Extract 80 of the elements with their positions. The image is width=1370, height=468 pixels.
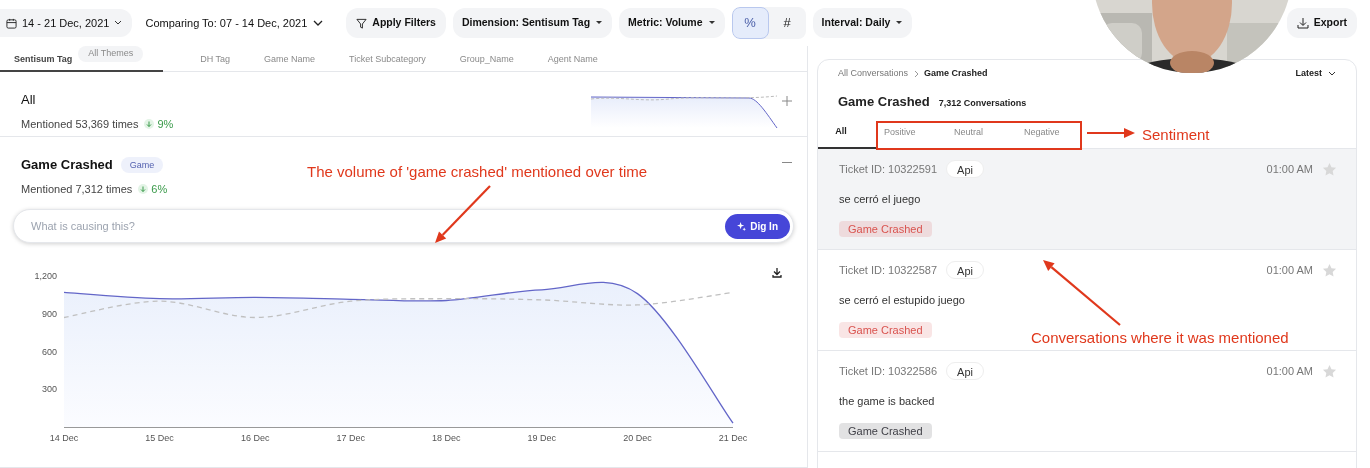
dimension-tab[interactable]: DH Tag bbox=[183, 46, 248, 72]
sentiment-tab[interactable]: Positive bbox=[876, 116, 946, 149]
ticket-id: Ticket ID: 10322591 bbox=[839, 161, 938, 177]
sentiment-tab[interactable]: Neutral bbox=[946, 116, 1016, 149]
caret-icon bbox=[595, 20, 604, 26]
chevron-icon bbox=[114, 20, 123, 26]
conversation-count: 7,312 Conversations bbox=[938, 97, 1027, 110]
calendar-icon bbox=[6, 17, 17, 29]
chevron-icon bbox=[313, 19, 324, 27]
axis-label: 18 Dec bbox=[432, 433, 461, 443]
expand-button[interactable] bbox=[780, 94, 794, 108]
mention-count: Mentioned 7,312 times bbox=[21, 181, 133, 197]
source-tag: Api bbox=[946, 160, 984, 178]
sentiment-tab[interactable]: Negative bbox=[1016, 116, 1086, 149]
theme-badge: Game bbox=[120, 156, 164, 173]
sort-dropdown[interactable]: Latest bbox=[1295, 67, 1336, 81]
theme-tag: Game Crashed bbox=[839, 220, 932, 237]
breadcrumb-current: Game Crashed bbox=[924, 67, 988, 81]
compare-range-button[interactable]: Comparing To: 07 - 14 Dec, 2021 bbox=[139, 9, 330, 37]
dig-in-button[interactable]: Dig In bbox=[725, 213, 790, 239]
axis-label: 300 bbox=[41, 384, 57, 395]
axis-label: 14 Dec bbox=[49, 433, 79, 443]
axis-label: 20 Dec bbox=[623, 433, 652, 443]
timestamp: 01:00 AM bbox=[1266, 161, 1313, 177]
down-arrow-icon bbox=[138, 183, 149, 194]
message-text: se cerró el estupido juego bbox=[839, 293, 966, 308]
dimension-tab[interactable]: Game Name bbox=[247, 46, 333, 72]
ask-field[interactable]: What is causing this? Dig In bbox=[13, 209, 794, 243]
timestamp: 01:00 AM bbox=[1266, 363, 1313, 379]
annotation-text: Conversations where it was mentioned bbox=[1031, 328, 1289, 348]
axis-label: 17 Dec bbox=[336, 433, 365, 443]
axis-label: 21 Dec bbox=[718, 433, 748, 443]
download-icon bbox=[1296, 17, 1309, 29]
axis-label: 1,200 bbox=[34, 271, 57, 281]
conversation-row[interactable]: Ticket ID: 10322591 Api 01:00 AM se cerró el juego Game Crashed bbox=[818, 149, 1356, 250]
theme-name: Game Crashed bbox=[21, 156, 113, 174]
source-tag: Api bbox=[946, 362, 984, 380]
dimension-dropdown[interactable]: Dimension: Sentisum Tag bbox=[452, 8, 613, 38]
star-icon[interactable] bbox=[1322, 363, 1337, 379]
source-tag: Api bbox=[946, 261, 984, 279]
filter-icon bbox=[356, 17, 368, 29]
axis-label: 19 Dec bbox=[527, 433, 557, 443]
change-percent: 6% bbox=[151, 181, 168, 197]
axis-label: 16 Dec bbox=[240, 433, 270, 443]
breadcrumb-link[interactable]: All Conversations bbox=[838, 67, 909, 81]
caret-icon bbox=[895, 20, 904, 26]
mode-toggle-button[interactable]: % bbox=[731, 7, 769, 39]
dimension-tab[interactable]: Sentisum Tag bbox=[0, 46, 79, 72]
caret-icon bbox=[707, 20, 716, 26]
panel-title: Game Crashed bbox=[838, 93, 930, 111]
mode-toggle-button[interactable]: # bbox=[768, 7, 806, 39]
axis-label: 600 bbox=[41, 346, 57, 357]
theme-tag: Game Crashed bbox=[839, 321, 932, 338]
theme-tag: Game Crashed bbox=[839, 422, 932, 439]
message-text: the game is backed bbox=[839, 394, 936, 409]
interval-dropdown[interactable]: Interval: Daily bbox=[812, 8, 913, 38]
axis-label: 15 Dec bbox=[145, 433, 174, 443]
apply-filters-button[interactable]: Apply Filters bbox=[346, 8, 446, 38]
dimension-tab[interactable]: Agent Name bbox=[530, 46, 615, 72]
sparkle-icon bbox=[737, 221, 747, 231]
change-percent: 9% bbox=[157, 116, 174, 132]
theme-name: All bbox=[21, 91, 36, 109]
chevron-icon bbox=[1328, 71, 1336, 77]
ticket-id: Ticket ID: 10322586 bbox=[839, 363, 938, 379]
date-range-button[interactable]: 14 - 21 Dec, 2021 bbox=[0, 9, 133, 37]
mention-count: Mentioned 53,369 times bbox=[21, 116, 139, 132]
down-arrow-icon bbox=[144, 118, 155, 129]
timestamp: 01:00 AM bbox=[1266, 262, 1313, 278]
dimension-tab[interactable]: Group_Name bbox=[442, 46, 531, 72]
dimension-tab[interactable]: Ticket Subcategory bbox=[332, 46, 443, 72]
axis-label: 900 bbox=[41, 308, 57, 319]
download-icon[interactable] bbox=[772, 267, 782, 278]
export-button[interactable]: Export bbox=[1286, 8, 1357, 38]
annotation-text: The volume of 'game crashed' mentioned over time bbox=[307, 162, 648, 182]
star-icon[interactable] bbox=[1322, 161, 1337, 177]
message-text: se cerró el juego bbox=[839, 192, 922, 207]
metric-dropdown[interactable]: Metric: Volume bbox=[619, 8, 725, 38]
ticket-id: Ticket ID: 10322587 bbox=[839, 262, 938, 278]
annotation-text: Sentiment bbox=[1142, 125, 1210, 145]
star-icon[interactable] bbox=[1322, 262, 1337, 278]
